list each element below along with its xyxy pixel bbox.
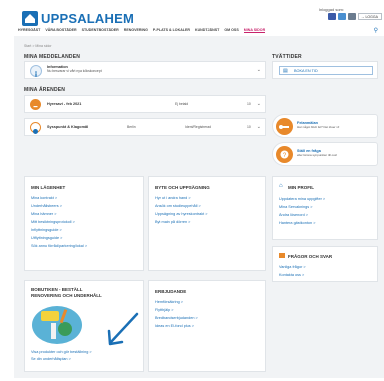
question-sub: eller lämna synpunkter till oss! bbox=[297, 153, 338, 157]
facebook-icon[interactable] bbox=[328, 13, 336, 20]
bobutiken-links: Visa produkter och gör beställning > Se … bbox=[31, 349, 92, 363]
lagenhet-link[interactable]: Mina kontrakt > bbox=[31, 194, 87, 202]
lagenhet-title: MIN LÄGENHET bbox=[31, 185, 66, 190]
byte-link[interactable]: Uppsägning av hyreskontrakt > bbox=[155, 210, 207, 218]
calendar-icon: ▤ bbox=[283, 68, 288, 74]
main-nav: HYRESGÄST VÅRA BOSTÄDER STUDENTBOSTÄDER REN… bbox=[18, 28, 378, 33]
bobutiken-link[interactable]: Se din underhållsplan > bbox=[31, 356, 92, 363]
min-lagenhet-panel: MIN LÄGENHET Mina kontrakt > Underhållsb… bbox=[24, 176, 144, 271]
fragor-title: FRÅGOR OCH SVAR bbox=[288, 254, 333, 259]
profil-link[interactable]: Hantera gästkonton > bbox=[279, 219, 325, 227]
bobutiken-panel: BOBUTIKEN - BESTÄLL RENOVERING OCH UNDER… bbox=[24, 280, 144, 372]
lagenhet-link[interactable]: Underhållsbeers > bbox=[31, 202, 87, 210]
bobutiken-link[interactable]: Visa produkter och gör beställning > bbox=[31, 349, 92, 356]
question-icon: ? bbox=[276, 146, 293, 163]
arrow-icon bbox=[105, 311, 141, 347]
arende-count: 10 bbox=[247, 102, 251, 106]
logo-mark-icon bbox=[22, 10, 38, 26]
arende-status: Berlin bbox=[127, 125, 136, 129]
nav-item[interactable]: STUDENTBOSTÄDER bbox=[82, 28, 119, 33]
nav-item[interactable]: KUNDTJÄNST bbox=[195, 28, 219, 33]
lagenhet-link[interactable]: Utflyttningsguide > bbox=[31, 234, 87, 242]
nav-item[interactable]: OM OSS bbox=[224, 28, 238, 33]
breadcrumb[interactable]: Start > Mina sidor bbox=[24, 44, 52, 48]
site-header: UPPSALAHEM Inloggad som: → LOGGA HYRESGÄ… bbox=[14, 6, 384, 36]
chevron-down-icon[interactable]: ⌄ bbox=[257, 124, 261, 130]
social-links bbox=[328, 13, 356, 20]
erbjudande-link[interactable]: Flytthjälp > bbox=[155, 306, 198, 314]
logo-text: UPPSALAHEM bbox=[41, 10, 135, 26]
profil-title: MIN PROFIL bbox=[288, 185, 314, 190]
nav-item[interactable]: MINA SIDOR bbox=[243, 28, 266, 33]
nav-item[interactable]: HYRESGÄST bbox=[18, 28, 40, 33]
byte-title: BYTE OCH UPPSÄGNING bbox=[155, 185, 210, 190]
tvattider-title: TVÄTTIDER bbox=[272, 54, 302, 60]
byte-link[interactable]: Byt main på dörren > bbox=[155, 218, 207, 226]
message-item[interactable]: Information Nu besvarar vi vårt nya köks… bbox=[24, 61, 266, 79]
lagenhet-links: Mina kontrakt > Underhållsbeers > Mina h… bbox=[31, 194, 87, 250]
page-frame: UPPSALAHEM Inloggad som: → LOGGA HYRESGÄ… bbox=[14, 6, 384, 378]
byte-links: Hyr ut i andra hand > Ansök om studieupp… bbox=[155, 194, 207, 226]
profil-link[interactable]: Mina Servaknings > bbox=[279, 203, 325, 211]
nav-item[interactable]: VÅRA BOSTÄDER bbox=[45, 28, 76, 33]
bobutiken-title-2: RENOVERING OCH UNDERHÅLL bbox=[31, 293, 102, 298]
book-icon bbox=[279, 253, 285, 258]
lagenhet-link[interactable]: Sök annu förråd/parkering/lokal > bbox=[31, 242, 87, 250]
message-sub: Nu besvarar vi vårt nya kökskoncept bbox=[47, 69, 102, 73]
tools-icon bbox=[276, 118, 293, 135]
book-time-label: BOKA EN TID bbox=[294, 69, 318, 73]
nav-item[interactable]: RENOVERING bbox=[124, 28, 148, 33]
arende-name: Sysspunkt & Klagomål bbox=[47, 125, 89, 129]
felanmalan-card[interactable]: Felanmälan Har något blivit fel? Det lös… bbox=[272, 114, 378, 138]
home-icon: ⌂ bbox=[279, 183, 283, 189]
info-icon bbox=[30, 65, 42, 77]
arende-count: 10 bbox=[247, 125, 251, 129]
alert-icon bbox=[30, 122, 41, 134]
arende-row-2[interactable]: Sysspunkt & Klagomål Berlin Ident/Regist… bbox=[24, 118, 266, 136]
profil-link[interactable]: Uppdatera mina uppgifter > bbox=[279, 195, 325, 203]
login-button[interactable]: → LOGGA bbox=[358, 13, 382, 20]
byte-link[interactable]: Hyr ut i andra hand > bbox=[155, 194, 207, 202]
logged-in-label: Inloggad som: bbox=[318, 7, 344, 12]
arende-row-1[interactable]: Hyresavi - feb 2021 Ej betald 10 ⌄ bbox=[24, 95, 266, 113]
lagenhet-link[interactable]: Mitt besiktningsprotokoll > bbox=[31, 218, 87, 226]
twitter-icon[interactable] bbox=[338, 13, 346, 20]
messages-title: MINA MEDDELANDEN bbox=[24, 54, 81, 60]
lagenhet-link[interactable]: Mina hämner > bbox=[31, 210, 87, 218]
chevron-down-icon[interactable]: ⌄ bbox=[257, 67, 261, 73]
search-icon[interactable]: ⚲ bbox=[374, 27, 378, 34]
arende-status: Ej betald bbox=[175, 102, 189, 106]
erbjudande-title: ERBJUDANDE bbox=[155, 289, 187, 294]
fragor-link[interactable]: Vanliga frågor > bbox=[279, 263, 306, 271]
felanmalan-sub: Har något blivit fel? Det löser vi! bbox=[297, 125, 340, 129]
fragor-link[interactable]: Kontakta oss > bbox=[279, 271, 306, 279]
logo[interactable]: UPPSALAHEM bbox=[22, 10, 134, 26]
fragor-links: Vanliga frågor > Kontakta oss > bbox=[279, 263, 306, 279]
tvattider-card: ▤ BOKA EN TID bbox=[272, 61, 378, 79]
erbjudande-link[interactable]: Ideas en El-fond plus > bbox=[155, 322, 198, 330]
chevron-down-icon[interactable]: ⌄ bbox=[257, 101, 261, 107]
bobutiken-title-1: BOBUTIKEN - BESTÄLL bbox=[31, 287, 83, 292]
byte-panel: BYTE OCH UPPSÄGNING Hyr ut i andra hand … bbox=[148, 176, 266, 271]
arende-extra: Ident/Registrerad bbox=[185, 125, 212, 129]
min-profil-panel: ⌂ MIN PROFIL Uppdatera mina uppgifter > … bbox=[272, 176, 378, 240]
question-card[interactable]: ? Ställ en fråga eller lämna synpunkter … bbox=[272, 142, 378, 166]
erbjudande-link[interactable]: Hemförsäkring > bbox=[155, 298, 198, 306]
nav-item[interactable]: P-PLATS & LOKALER bbox=[153, 28, 190, 33]
profil-link[interactable]: Ändra lösenord > bbox=[279, 211, 325, 219]
lagenhet-link[interactable]: Inflyttningsguide > bbox=[31, 226, 87, 234]
book-time-button[interactable]: ▤ BOKA EN TID bbox=[279, 66, 373, 75]
erbjudande-link[interactable]: Bredbandserbjudanden > bbox=[155, 314, 198, 322]
arende-name: Hyresavi - feb 2021 bbox=[47, 102, 82, 106]
erbjudande-links: Hemförsäkring > Flytthjälp > Bredbandser… bbox=[155, 298, 198, 330]
instagram-icon[interactable] bbox=[348, 13, 356, 20]
fragor-panel: FRÅGOR OCH SVAR Vanliga frågor > Kontakt… bbox=[272, 246, 378, 282]
byte-link[interactable]: Ansök om studieuppehåll > bbox=[155, 202, 207, 210]
erbjudande-panel: ERBJUDANDE Hemförsäkring > Flytthjälp > … bbox=[148, 280, 266, 372]
renovation-illustration bbox=[31, 301, 83, 345]
arenden-title: MINA ÄRENDEN bbox=[24, 87, 66, 93]
profil-links: Uppdatera mina uppgifter > Mina Servakni… bbox=[279, 195, 325, 227]
invoice-icon bbox=[30, 99, 41, 110]
